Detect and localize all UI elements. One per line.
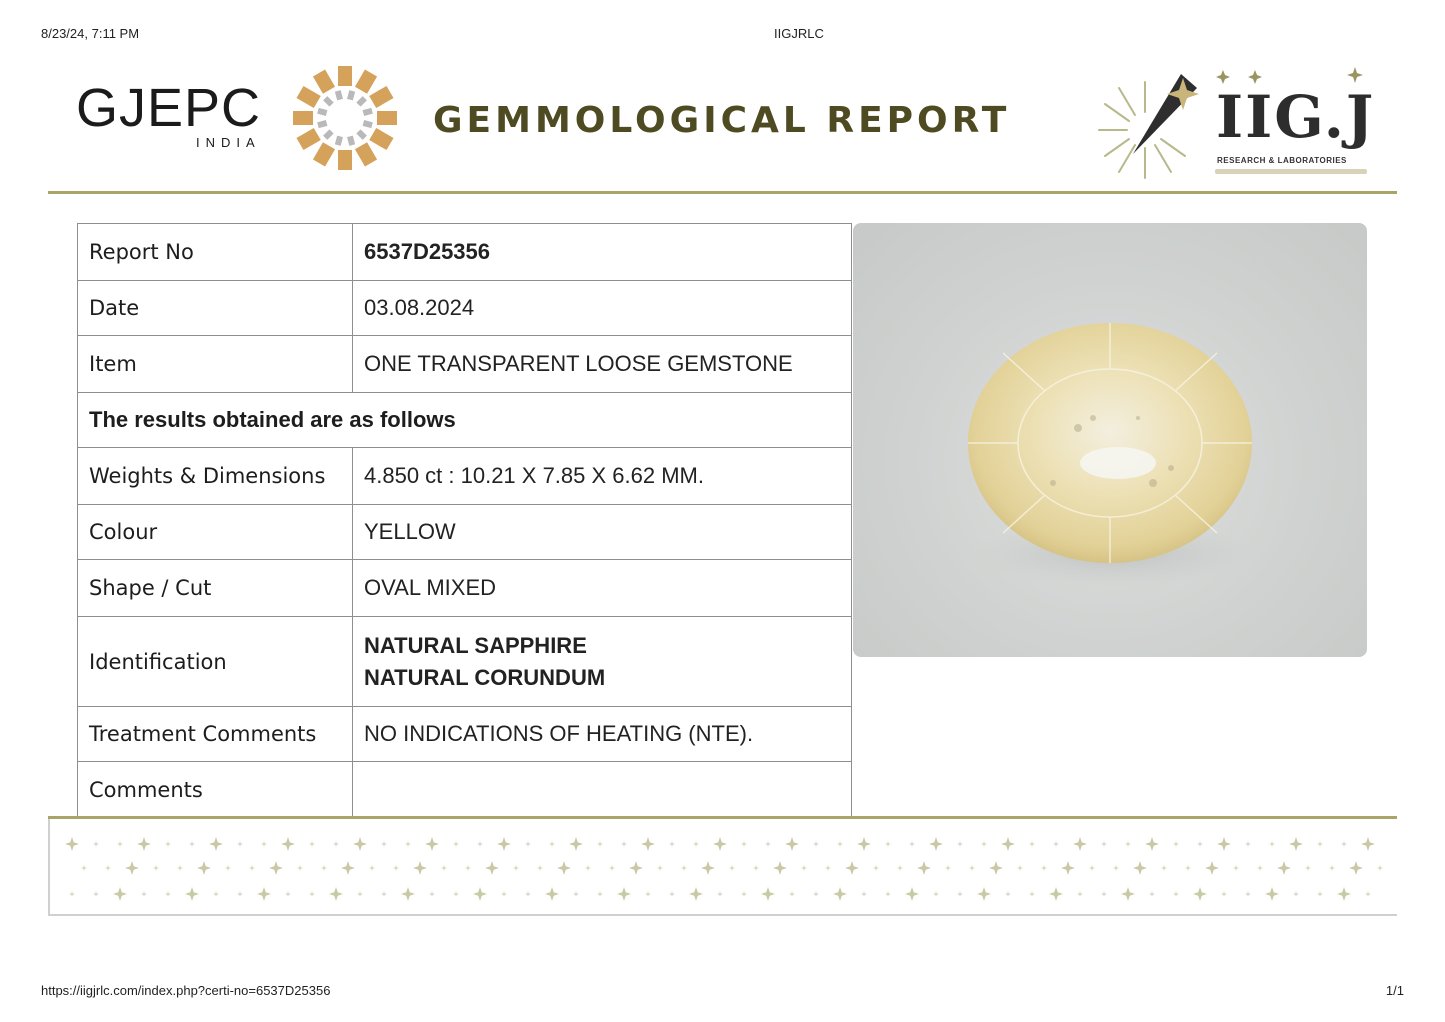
item-label: Item: [77, 335, 353, 393]
comments-value: [352, 761, 852, 819]
table-row: Date 03.08.2024: [77, 280, 852, 336]
iigj-logo: IIG.J RESEARCH & LABORATORIES: [1093, 64, 1373, 182]
date-value: 03.08.2024: [352, 280, 852, 336]
colour-value: YELLOW: [352, 504, 852, 560]
table-row: Colour YELLOW: [77, 504, 852, 560]
table-row: Item ONE TRANSPARENT LOOSE GEMSTONE: [77, 335, 852, 393]
identification-value: NATURAL SAPPHIRE NATURAL CORUNDUM: [352, 616, 852, 707]
identification-line-2: NATURAL CORUNDUM: [364, 664, 606, 690]
treatment-comments-value: NO INDICATIONS OF HEATING (NTE).: [352, 706, 852, 762]
print-datetime: 8/23/24, 7:11 PM: [41, 26, 140, 41]
item-value: ONE TRANSPARENT LOOSE GEMSTONE: [352, 335, 852, 393]
comments-label: Comments: [77, 761, 353, 819]
iigj-sparkle-icon: [1216, 67, 1363, 84]
print-tab-title: IIGJRLC: [774, 26, 824, 41]
iigj-logo-sub: RESEARCH & LABORATORIES: [1217, 156, 1347, 165]
gjepc-sunburst-icon: [293, 66, 397, 170]
table-row: The results obtained are as follows: [77, 392, 852, 448]
identification-line-1: NATURAL SAPPHIRE: [364, 632, 587, 658]
print-header: 8/23/24, 7:11 PM IIGJRLC: [0, 26, 1445, 44]
date-label: Date: [77, 280, 353, 336]
decorative-footer-band: [48, 816, 1397, 916]
table-row: Identification NATURAL SAPPHIRE NATURAL …: [77, 616, 852, 707]
shape-cut-value: OVAL MIXED: [352, 559, 852, 617]
iigj-logo-tagline-bar: [1215, 169, 1367, 174]
footer-divider: [48, 816, 1397, 819]
table-row: Shape / Cut OVAL MIXED: [77, 559, 852, 617]
header-divider: [48, 191, 1397, 194]
sparkle-pattern-icon: [65, 837, 1383, 901]
print-url: https://iigjrlc.com/index.php?certi-no=6…: [41, 983, 331, 998]
table-row: Report No 6537D25356: [77, 223, 852, 281]
gem-photo: [853, 223, 1367, 657]
shape-cut-label: Shape / Cut: [77, 559, 353, 617]
table-row: Treatment Comments NO INDICATIONS OF HEA…: [77, 706, 852, 762]
gjepc-logo-text: GJEPC: [76, 78, 262, 138]
colour-label: Colour: [77, 504, 353, 560]
weights-value: 4.850 ct : 10.21 X 7.85 X 6.62 MM.: [352, 447, 852, 505]
report-title: GEMMOLOGICAL REPORT: [433, 100, 1011, 141]
table-row: Comments: [77, 761, 852, 819]
gjepc-logo-sub: INDIA: [196, 135, 261, 150]
print-page-indicator: 1/1: [1385, 983, 1404, 998]
gjepc-logo: GJEPC INDIA: [76, 78, 286, 158]
identification-label: Identification: [77, 616, 353, 707]
weights-label: Weights & Dimensions: [77, 447, 353, 505]
print-footer: https://iigjrlc.com/index.php?certi-no=6…: [0, 983, 1445, 1001]
results-heading: The results obtained are as follows: [77, 392, 852, 448]
report-table: Report No 6537D25356 Date 03.08.2024 Ite…: [77, 223, 852, 819]
table-row: Weights & Dimensions 4.850 ct : 10.21 X …: [77, 447, 852, 505]
oval-sapphire-icon: [968, 323, 1255, 587]
report-no-label: Report No: [77, 223, 353, 281]
report-no-value: 6537D25356: [352, 223, 852, 281]
treatment-comments-label: Treatment Comments: [77, 706, 353, 762]
